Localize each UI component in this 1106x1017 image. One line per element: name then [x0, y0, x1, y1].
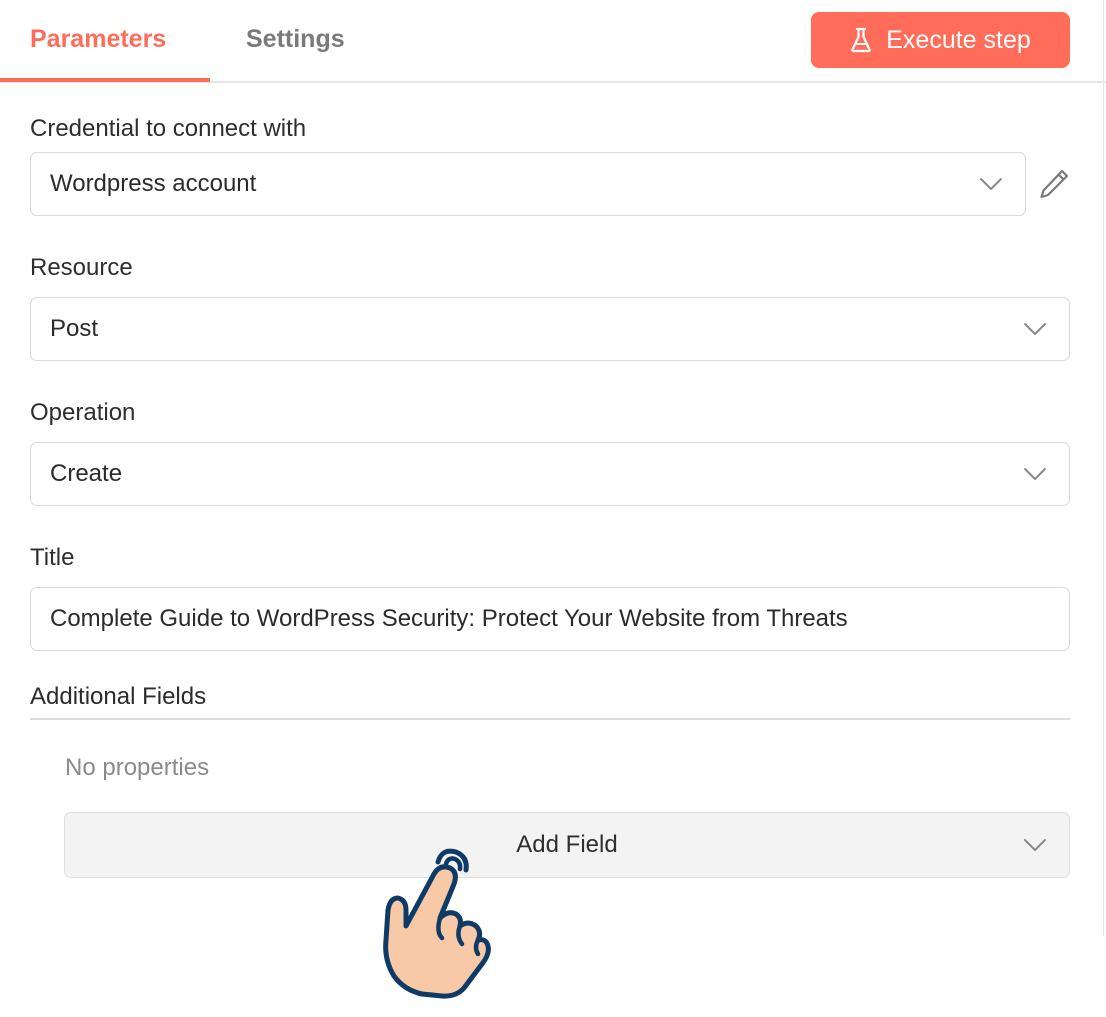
active-tab-indicator	[0, 78, 210, 82]
credential-value: Wordpress account	[50, 170, 257, 197]
chevron-down-icon	[1024, 839, 1046, 851]
resource-value: Post	[50, 315, 99, 342]
title-label: Title	[30, 544, 75, 571]
tab-parameters[interactable]: Parameters	[30, 24, 166, 54]
chevron-down-icon	[980, 178, 1002, 190]
resource-select[interactable]: Post	[30, 297, 1070, 361]
chevron-down-icon	[1024, 468, 1046, 480]
execute-step-label: Execute step	[886, 25, 1031, 54]
pencil-icon[interactable]	[1038, 167, 1070, 201]
title-value: Complete Guide to WordPress Security: Pr…	[50, 605, 848, 632]
tab-settings[interactable]: Settings	[246, 24, 345, 54]
tab-bar: Parameters Settings Execute step	[0, 0, 1106, 83]
empty-properties-text: No properties	[65, 754, 210, 781]
divider	[30, 718, 1070, 720]
credential-select[interactable]: Wordpress account	[30, 152, 1026, 216]
title-input[interactable]: Complete Guide to WordPress Security: Pr…	[30, 587, 1070, 651]
execute-step-button[interactable]: Execute step	[811, 12, 1070, 68]
resource-label: Resource	[30, 254, 133, 281]
pointer-hand-icon	[383, 848, 491, 999]
panel-right-border	[1103, 0, 1104, 936]
node-parameters-panel: Parameters Settings Execute step Credent…	[0, 0, 1106, 1017]
operation-select[interactable]: Create	[30, 442, 1070, 506]
operation-label: Operation	[30, 399, 136, 426]
flask-icon	[850, 27, 872, 53]
add-field-label: Add Field	[516, 831, 618, 858]
operation-value: Create	[50, 460, 123, 487]
chevron-down-icon	[1024, 323, 1046, 335]
credential-label: Credential to connect with	[30, 115, 307, 142]
additional-fields-heading: Additional Fields	[30, 683, 207, 710]
add-field-dropdown[interactable]: Add Field	[64, 812, 1070, 878]
